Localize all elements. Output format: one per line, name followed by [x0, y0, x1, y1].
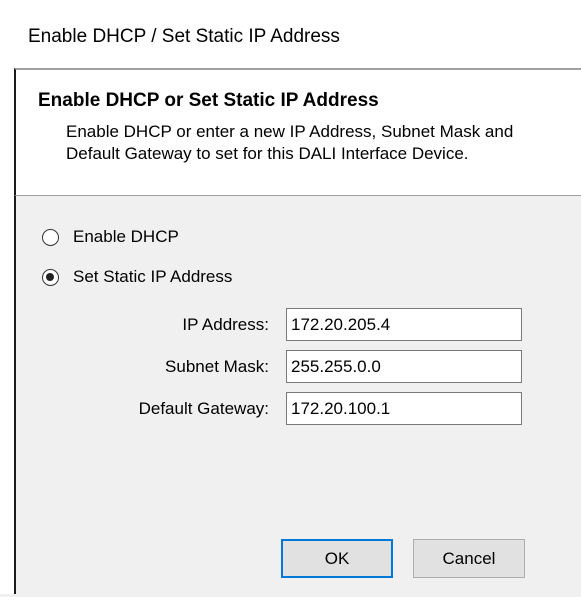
static-ip-radio[interactable] [42, 268, 59, 286]
enable-dhcp-option[interactable]: Enable DHCP [42, 227, 179, 247]
window-title: Enable DHCP / Set Static IP Address [28, 26, 340, 47]
title-bar[interactable]: Enable DHCP / Set Static IP Address [0, 0, 581, 68]
ip-address-label: IP Address: [182, 315, 269, 334]
static-ip-option[interactable]: Set Static IP Address [42, 267, 232, 287]
header-panel: Enable DHCP or Set Static IP Address Ena… [14, 68, 581, 196]
ok-button[interactable]: OK [281, 539, 393, 578]
default-gateway-label: Default Gateway: [138, 399, 269, 418]
ip-address-input[interactable]: 172.20.205.4 [286, 308, 522, 341]
static-ip-label[interactable]: Set Static IP Address [73, 267, 232, 287]
enable-dhcp-radio[interactable] [42, 228, 59, 246]
header-title: Enable DHCP or Set Static IP Address [38, 90, 379, 111]
subnet-mask-label: Subnet Mask: [165, 357, 269, 376]
default-gateway-input[interactable]: 172.20.100.1 [286, 392, 522, 425]
cancel-button[interactable]: Cancel [413, 539, 525, 578]
settings-panel: Enable DHCP Set Static IP Address IP Add… [14, 196, 581, 597]
enable-dhcp-label[interactable]: Enable DHCP [73, 227, 179, 247]
header-description: Enable DHCP or enter a new IP Address, S… [66, 122, 514, 163]
subnet-mask-input[interactable]: 255.255.0.0 [286, 350, 522, 383]
dialog-window: Enable DHCP / Set Static IP Address Enab… [0, 0, 581, 597]
